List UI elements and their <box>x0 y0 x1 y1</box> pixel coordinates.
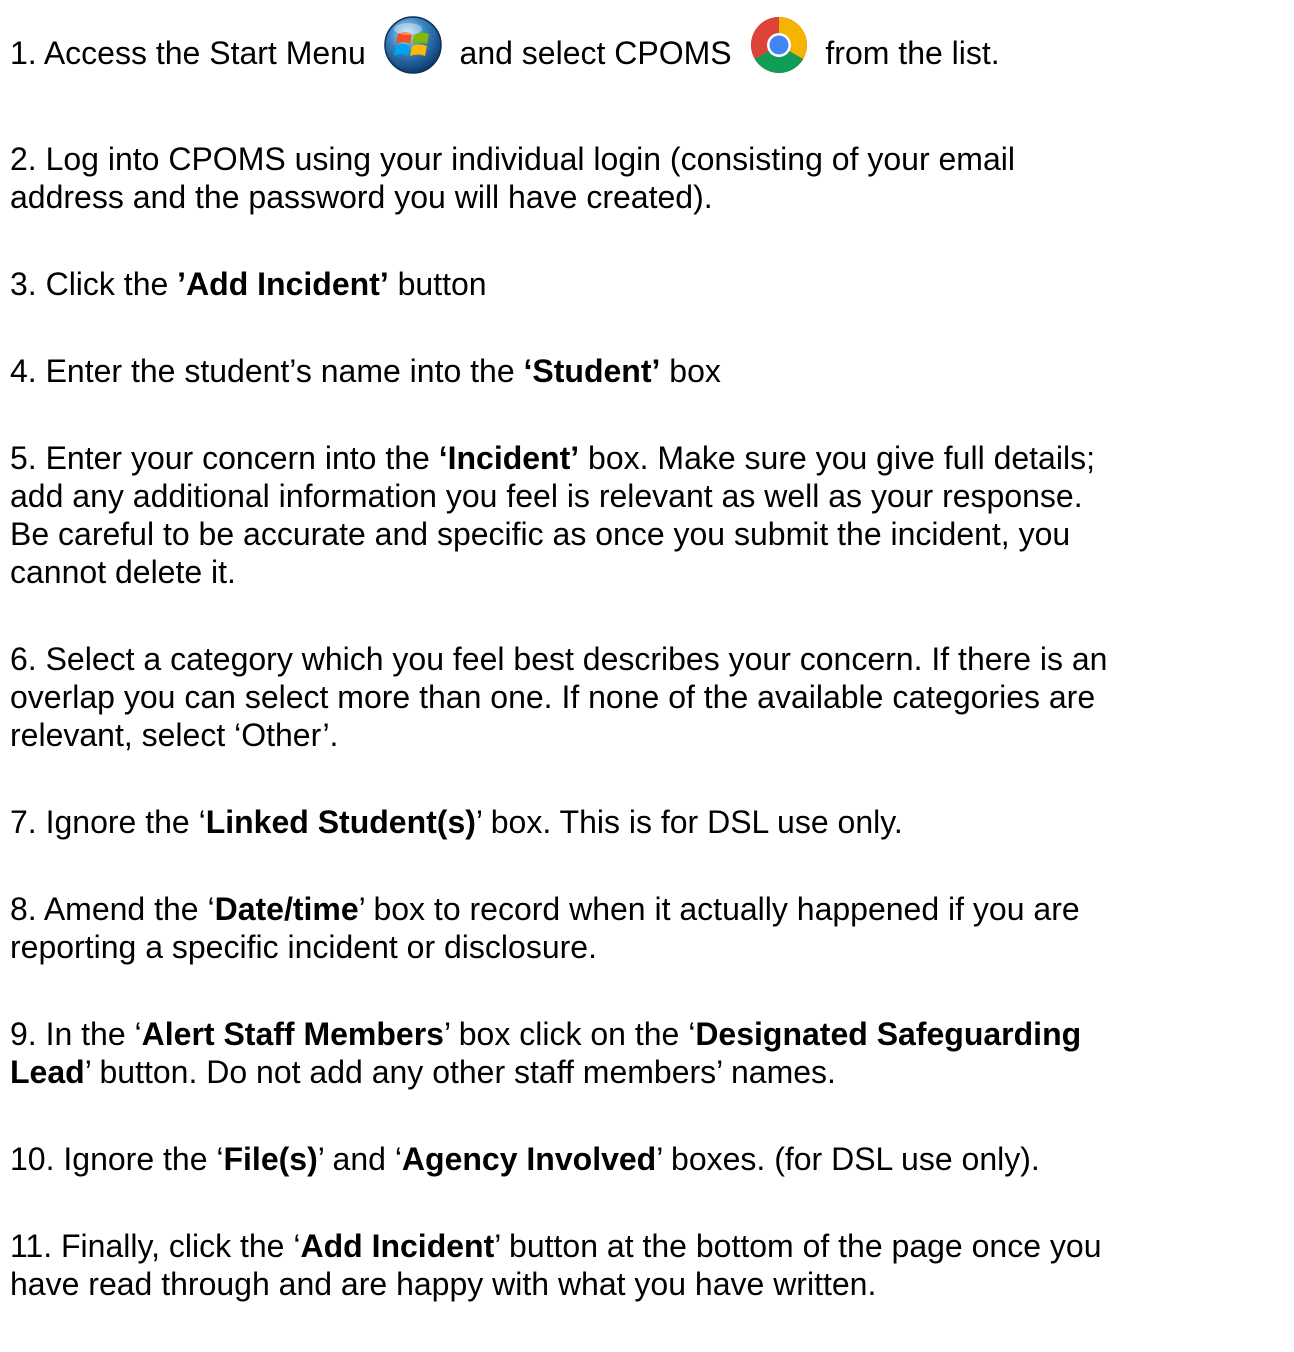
step-6-line-3: relevant, select ‘Other’. <box>10 717 339 753</box>
step-6-line-2: overlap you can select more than one. If… <box>10 679 1096 715</box>
step-1-text-middle: and select CPOMS <box>459 35 732 71</box>
step-4: 4. Enter the student’s name into the ‘St… <box>10 352 1107 390</box>
step-11-line-2: have read through and are happy with wha… <box>10 1266 877 1302</box>
windows-start-orb-icon <box>383 15 443 75</box>
step-1-text-start: 1. Access the Start Menu <box>10 35 366 71</box>
step-10-text: 10. Ignore the ‘ <box>10 1141 224 1177</box>
step-1: 1. Access the Start Menu and select CPOM… <box>10 15 1000 94</box>
step-3-text-end: button <box>388 266 487 302</box>
step-2: 2. Log into CPOMS using your individual … <box>10 140 1107 216</box>
step-5-line-2: add any additional information you feel … <box>10 478 1083 514</box>
step-9-bold-1: Alert Staff Members <box>141 1016 444 1052</box>
step-11-line-1: 11. Finally, click the ‘Add Incident’ bu… <box>10 1227 1107 1265</box>
step-2-line-2: address and the password you will have c… <box>10 179 713 215</box>
step-11: 11. Finally, click the ‘Add Incident’ bu… <box>10 1227 1107 1303</box>
step-10-bold-2: Agency Involved <box>401 1141 657 1177</box>
step-4-text: 4. Enter the student’s name into the <box>10 353 524 389</box>
step-7-text-end: ’ box. This is for DSL use only. <box>475 804 903 840</box>
step-5-text-end: box. Make sure you give full details; <box>579 440 1095 476</box>
step-10-text-mid: ’ and ‘ <box>317 1141 402 1177</box>
step-9-bold-2: Designated Safeguarding <box>695 1016 1082 1052</box>
step-8-line-2: reporting a specific incident or disclos… <box>10 929 597 965</box>
step-8-text-end: ’ box to record when it actually happene… <box>358 891 1080 927</box>
step-2-line-1: 2. Log into CPOMS using your individual … <box>10 141 1015 177</box>
step-10-text-end: ’ boxes. (for DSL use only). <box>656 1141 1040 1177</box>
step-8: 8. Amend the ‘Date/time’ box to record w… <box>10 890 1107 966</box>
step-7-text: 7. Ignore the ‘ <box>10 804 206 840</box>
step-10: 10. Ignore the ‘File(s)’ and ‘Agency Inv… <box>10 1140 1107 1178</box>
step-5-text: 5. Enter your concern into the <box>10 440 439 476</box>
step-9-line-1: 9. In the ‘Alert Staff Members’ box clic… <box>10 1015 1107 1053</box>
step-7-bold: Linked Student(s) <box>205 804 476 840</box>
step-4-bold: ‘Student’ <box>523 353 661 389</box>
step-9-bold-3: Lead <box>10 1054 85 1090</box>
step-5-bold: ‘Incident’ <box>438 440 580 476</box>
step-6: 6. Select a category which you feel best… <box>10 640 1107 754</box>
step-9: 9. In the ‘Alert Staff Members’ box clic… <box>10 1015 1107 1091</box>
step-5-line-1: 5. Enter your concern into the ‘Incident… <box>10 439 1107 477</box>
step-11-text-end: ’ button at the bottom of the page once … <box>494 1228 1102 1264</box>
step-7: 7. Ignore the ‘Linked Student(s)’ box. T… <box>10 803 1107 841</box>
chrome-icon <box>749 15 809 75</box>
step-3-bold: ’Add Incident’ <box>177 266 389 302</box>
step-3: 3. Click the ’Add Incident’ button <box>10 265 1107 303</box>
step-8-line-1: 8. Amend the ‘Date/time’ box to record w… <box>10 890 1107 928</box>
step-10-bold-1: File(s) <box>223 1141 318 1177</box>
step-6-line-1: 6. Select a category which you feel best… <box>10 641 1108 677</box>
step-9-text-mid: ’ box click on the ‘ <box>443 1016 696 1052</box>
step-9-text-end: ’ button. Do not add any other staff mem… <box>84 1054 836 1090</box>
step-8-bold: Date/time <box>214 891 359 927</box>
step-9-text: 9. In the ‘ <box>10 1016 142 1052</box>
step-8-text: 8. Amend the ‘ <box>10 891 215 927</box>
step-5: 5. Enter your concern into the ‘Incident… <box>10 439 1107 591</box>
step-5-line-4: cannot delete it. <box>10 554 236 590</box>
step-4-text-end: box <box>660 353 721 389</box>
step-11-bold: Add Incident <box>300 1228 495 1264</box>
step-1-text-end: from the list. <box>825 35 1000 71</box>
step-11-text: 11. Finally, click the ‘ <box>10 1228 301 1264</box>
step-5-line-3: Be careful to be accurate and specific a… <box>10 516 1071 552</box>
step-3-text: 3. Click the <box>10 266 178 302</box>
step-9-line-2: Lead’ button. Do not add any other staff… <box>10 1053 1107 1091</box>
